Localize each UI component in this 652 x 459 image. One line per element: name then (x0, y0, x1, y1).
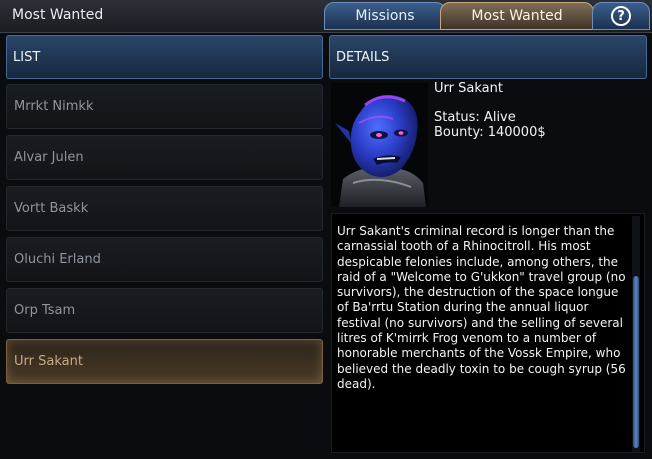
list-item-alvar-julen[interactable]: Alvar Julen (6, 135, 323, 180)
status-text: Status: Alive (434, 110, 516, 125)
help-icon: ? (611, 6, 631, 26)
wanted-list: Mrrkt Nimkk Alvar Julen Vortt Baskk Oluc… (6, 84, 323, 390)
description-text: Urr Sakant's criminal record is longer t… (337, 224, 630, 391)
top-bar: Most Wanted Missions Most Wanted ? (0, 0, 652, 33)
tab-most-wanted[interactable]: Most Wanted (440, 2, 594, 30)
list-item-orp-tsam[interactable]: Orp Tsam (6, 288, 323, 333)
list-header: LIST (6, 35, 323, 79)
list-item-vortt-baskk[interactable]: Vortt Baskk (6, 186, 323, 231)
bounty-text: Bounty: 140000$ (434, 125, 546, 140)
tab-missions[interactable]: Missions (324, 2, 446, 30)
help-button[interactable]: ? (592, 2, 650, 30)
details-header: DETAILS (329, 35, 647, 79)
description-scrollbar[interactable] (632, 216, 640, 452)
list-item-mrrkt-nimkk[interactable]: Mrrkt Nimkk (6, 84, 323, 129)
alien-portrait-icon (331, 83, 428, 207)
window-title: Most Wanted (12, 7, 104, 23)
list-item-oluchi-erland[interactable]: Oluchi Erland (6, 237, 323, 282)
list-item-urr-sakant[interactable]: Urr Sakant (6, 339, 323, 384)
target-name: Urr Sakant (434, 81, 503, 96)
profile-info: Urr Sakant Status: Alive Bounty: 140000$ (434, 81, 546, 140)
scrollbar-thumb[interactable] (633, 276, 639, 448)
description-box: Urr Sakant's criminal record is longer t… (331, 213, 645, 453)
